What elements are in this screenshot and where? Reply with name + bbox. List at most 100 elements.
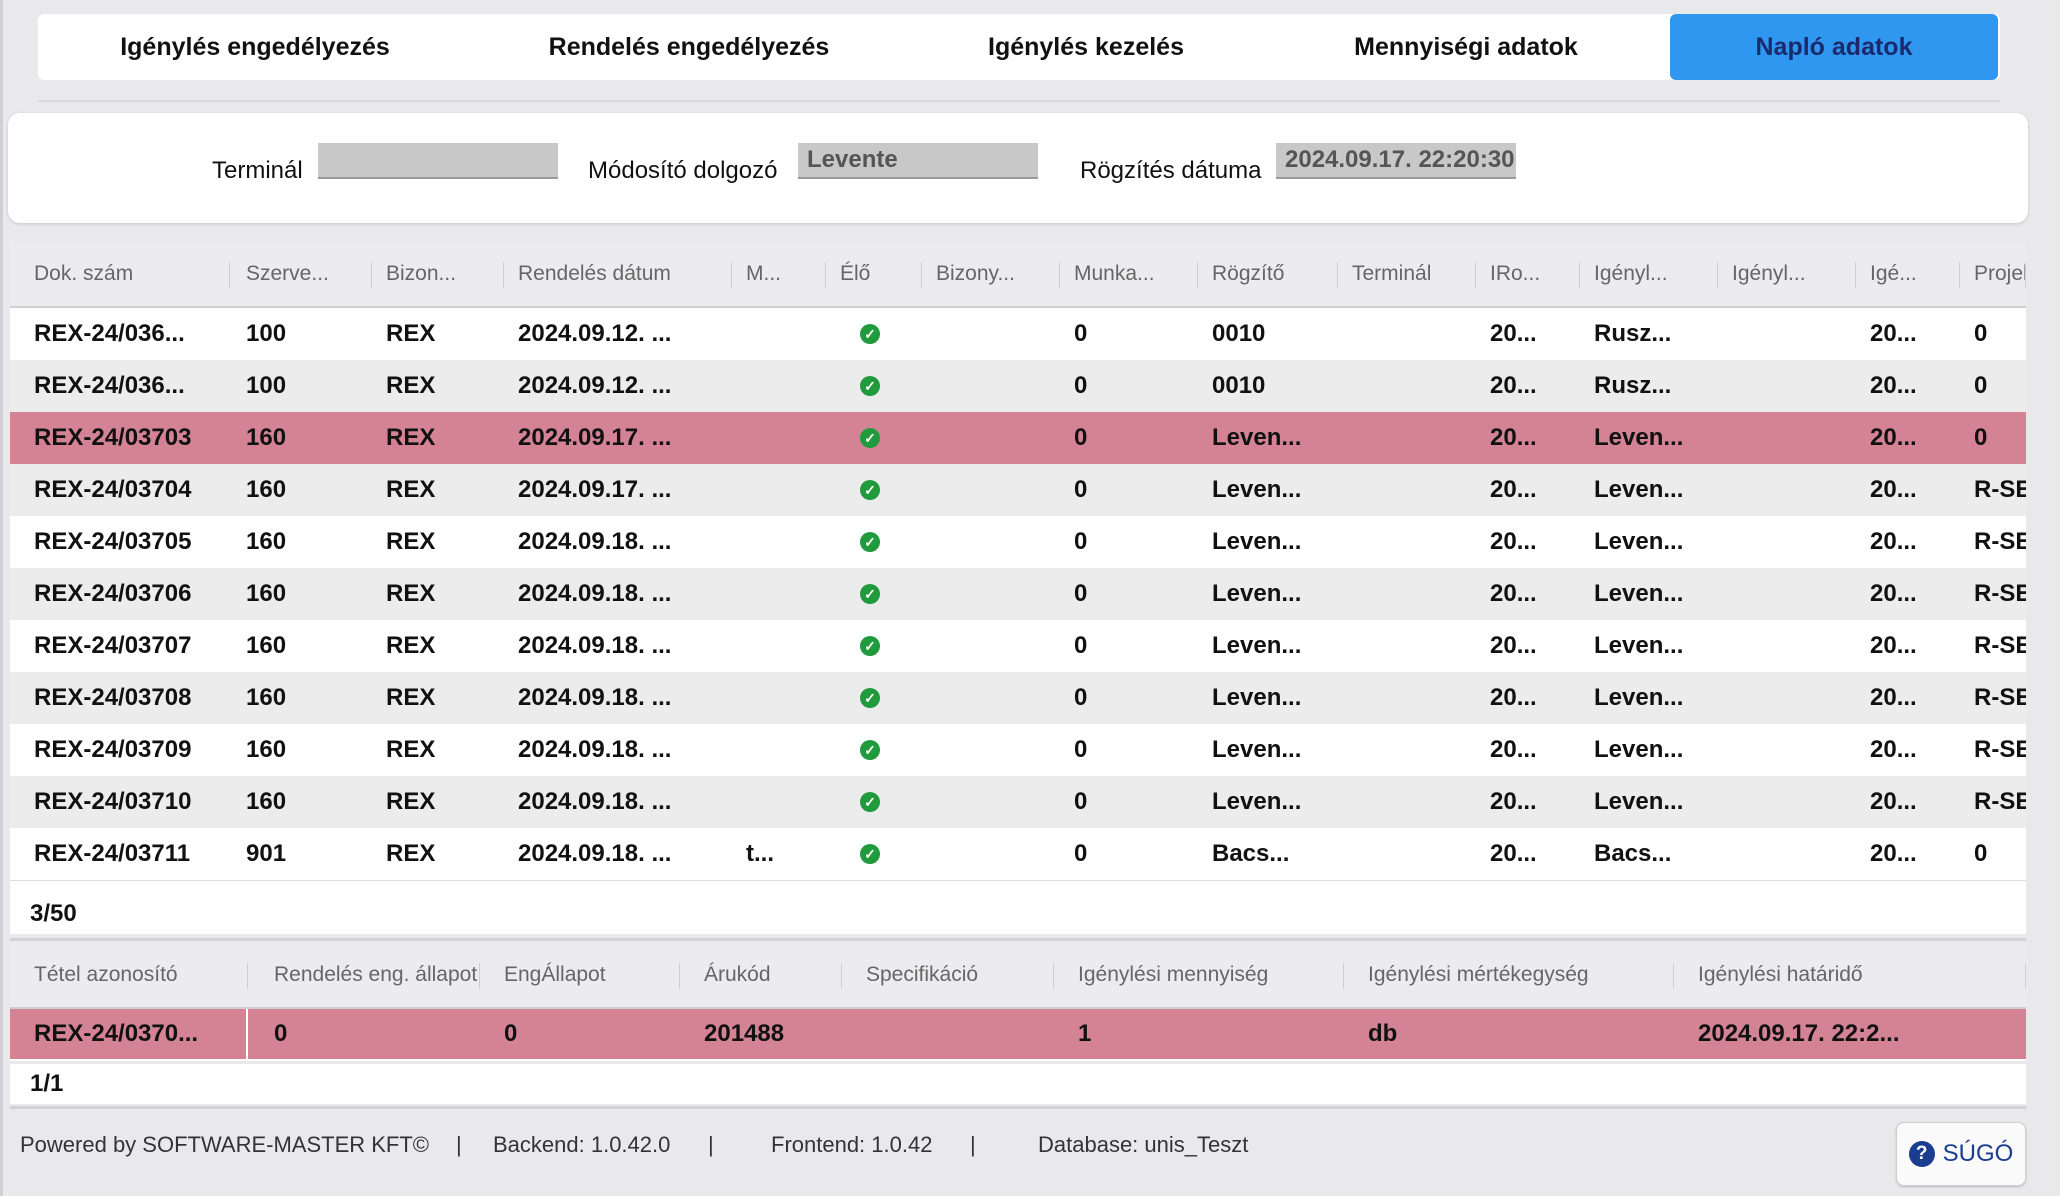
table-cell <box>732 620 826 672</box>
column-header[interactable]: M... <box>732 242 826 306</box>
column-header[interactable]: Projek <box>1960 242 2026 306</box>
table-row[interactable]: REX-24/036... 100 REX 2024.09.12. ... ✓ 0 0010… <box>10 360 2026 413</box>
check-circle-icon: ✓ <box>860 740 880 760</box>
table-cell: Leven... <box>1212 580 1302 607</box>
main-grid-counter: 3/50 <box>10 894 2026 934</box>
column-header[interactable]: EngÁllapot <box>480 943 680 1007</box>
column-header[interactable]: Munka... <box>1060 242 1198 306</box>
table-cell <box>1338 568 1476 620</box>
tab-mennyisegi-adatok[interactable]: Mennyiségi adatok <box>1266 14 1666 80</box>
column-header[interactable]: Élő <box>826 242 922 306</box>
column-header[interactable]: Árukód <box>680 943 842 1007</box>
table-row[interactable]: REX-24/03704 160 REX 2024.09.17. ... ✓ 0 Leven… <box>10 464 2026 517</box>
table-cell: REX-24/03706 <box>34 580 192 607</box>
tab-igenyles-engedelyezes[interactable]: Igénylés engedélyezés <box>38 14 472 80</box>
table-cell: Bacs... <box>1212 840 1290 867</box>
column-header[interactable]: Rendelés dátum <box>504 242 732 306</box>
modifier-field[interactable]: Levente <box>798 143 1038 179</box>
table-cell <box>1718 828 1856 880</box>
table-cell: 20... <box>1870 788 1917 815</box>
column-header[interactable]: Igénylési mennyiség <box>1054 943 1344 1007</box>
table-cell: 0010 <box>1212 372 1266 399</box>
table-cell <box>922 568 1060 620</box>
table-row[interactable]: REX-24/03708 160 REX 2024.09.18. ... ✓ 0 Leven… <box>10 672 2026 725</box>
table-row[interactable]: REX-24/03707 160 REX 2024.09.18. ... ✓ 0 Leven… <box>10 620 2026 673</box>
tab-igenyles-kezeles[interactable]: Igénylés kezelés <box>906 14 1266 80</box>
column-header[interactable]: Igényl... <box>1580 242 1718 306</box>
table-row[interactable]: REX-24/03711 901 REX 2024.09.18. ... t... ✓ 0 B… <box>10 828 2026 881</box>
table-cell: 100 <box>246 320 287 347</box>
table-row[interactable]: REX-24/03710 160 REX 2024.09.18. ... ✓ 0 Leven… <box>10 776 2026 829</box>
tab-rendeles-engedelyezes[interactable]: Rendelés engedélyezés <box>472 14 906 80</box>
table-cell: REX-24/03705 <box>34 528 192 555</box>
table-cell <box>1338 516 1476 568</box>
table-cell: 20... <box>1490 476 1537 503</box>
table-cell: Leven... <box>1594 684 1684 711</box>
table-cell <box>732 412 826 464</box>
terminal-label: Terminál <box>212 157 303 184</box>
live-cell: ✓ <box>826 724 922 776</box>
column-header[interactable]: Szerve... <box>232 242 372 306</box>
tab-naplo-adatok[interactable]: Napló adatok <box>1670 14 1998 80</box>
table-row[interactable]: REX-24/03703 160 REX 2024.09.17. ... ✓ 0 Leven… <box>10 412 2026 465</box>
table-cell: Leven... <box>1212 684 1302 711</box>
table-row[interactable]: REX-24/03705 160 REX 2024.09.18. ... ✓ 0 Leven… <box>10 516 2026 569</box>
terminal-field[interactable] <box>318 143 558 179</box>
column-header[interactable]: Rögzítő <box>1198 242 1338 306</box>
table-cell: REX-24/03710 <box>34 788 192 815</box>
table-cell: Leven... <box>1594 788 1684 815</box>
table-row[interactable]: REX-24/036... 100 REX 2024.09.12. ... ✓ 0 0010… <box>10 308 2026 361</box>
table-cell: 20... <box>1870 372 1917 399</box>
table-cell <box>1338 412 1476 464</box>
column-header[interactable]: Igénylési mértékegység <box>1344 943 1674 1007</box>
table-cell: 0 <box>1974 320 1988 347</box>
detail-row[interactable]: REX-24/0370... 0 0 201488 1 db 2024.09.17. 22:… <box>10 1009 2026 1059</box>
table-cell: 160 <box>246 424 287 451</box>
table-row[interactable]: REX-24/03706 160 REX 2024.09.18. ... ✓ 0 Leven… <box>10 568 2026 621</box>
table-row[interactable]: REX-24/03709 160 REX 2024.09.18. ... ✓ 0 Leven… <box>10 724 2026 777</box>
column-header[interactable]: Igé... <box>1856 242 1960 306</box>
table-cell: 2024.09.18. ... <box>518 632 672 659</box>
table-cell: Leven... <box>1594 580 1684 607</box>
table-cell <box>922 724 1060 776</box>
table-cell: 0 <box>1074 840 1088 867</box>
column-header[interactable]: Tétel azonosító <box>10 943 248 1007</box>
main-grid: Dok. szám Szerve... Bizon... Rendelés dátum… <box>10 242 2026 902</box>
powered-by: Powered by SOFTWARE-MASTER KFT© <box>20 1132 430 1157</box>
check-circle-icon: ✓ <box>860 688 880 708</box>
table-cell: R-SEF <box>1974 788 2026 815</box>
table-cell <box>1718 412 1856 464</box>
table-cell: 2024.09.18. ... <box>518 580 672 607</box>
table-cell: REX-24/036... <box>34 320 185 347</box>
table-cell: 20... <box>1490 320 1537 347</box>
table-cell: R-SEF <box>1974 684 2026 711</box>
check-circle-icon: ✓ <box>860 532 880 552</box>
table-cell <box>922 464 1060 516</box>
detail-grid-counter: 1/1 <box>10 1064 2026 1104</box>
live-cell: ✓ <box>826 412 922 464</box>
date-field[interactable]: 2024.09.17. 22:20:30 <box>1276 143 1516 179</box>
table-cell <box>1338 724 1476 776</box>
date-label: Rögzítés dátuma <box>1080 157 1262 184</box>
table-cell <box>1338 360 1476 412</box>
table-cell <box>1338 308 1476 360</box>
table-cell: REX-24/03704 <box>34 476 192 503</box>
column-header[interactable]: Igénylési határidő <box>1674 943 2026 1007</box>
table-cell <box>922 776 1060 828</box>
table-cell: 20... <box>1870 684 1917 711</box>
table-cell: REX <box>386 788 436 815</box>
column-header[interactable]: Bizony... <box>922 242 1060 306</box>
column-header[interactable]: Igényl... <box>1718 242 1856 306</box>
column-header[interactable]: Bizon... <box>372 242 504 306</box>
table-cell: R-SEF <box>1974 476 2026 503</box>
column-header[interactable]: IRo... <box>1476 242 1580 306</box>
filter-panel: Terminál Módosító dolgozó Levente Rögzít… <box>8 113 2028 223</box>
table-cell: 2024.09.17. ... <box>518 476 672 503</box>
table-cell: 0 <box>1074 684 1088 711</box>
help-button[interactable]: ? SÚGÓ <box>1896 1122 2026 1186</box>
column-header[interactable]: Rendelés eng. állapot <box>250 943 480 1007</box>
column-header[interactable]: Specifikáció <box>842 943 1054 1007</box>
column-header[interactable]: Dok. szám <box>10 242 230 306</box>
column-header[interactable]: Terminál <box>1338 242 1476 306</box>
table-cell: 20... <box>1490 632 1537 659</box>
